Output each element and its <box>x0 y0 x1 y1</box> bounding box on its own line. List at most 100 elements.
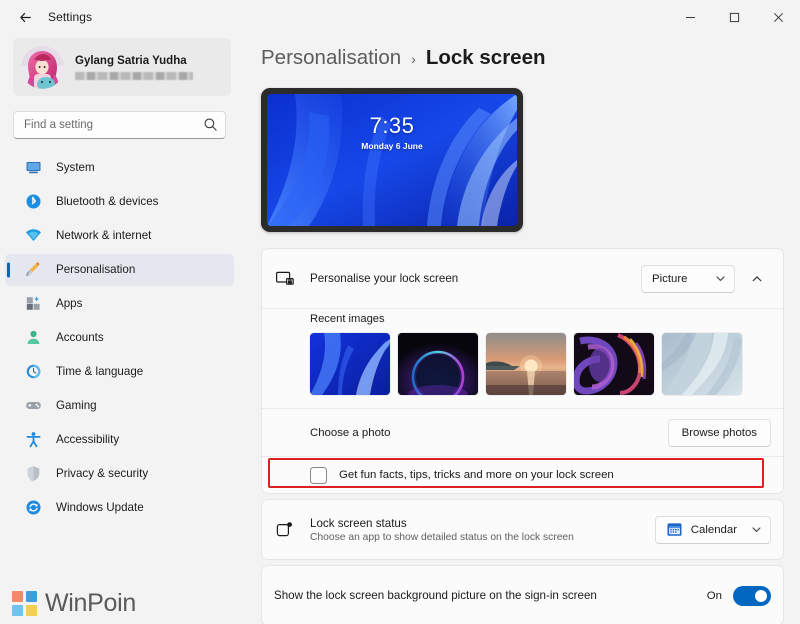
blue-bloom-wallpaper-icon <box>310 333 390 395</box>
lock-screen-status-row[interactable]: Lock screen status Choose an app to show… <box>262 500 783 559</box>
calendar-icon <box>666 521 683 538</box>
fun-facts-checkbox-row[interactable]: Get fun facts, tips, tricks and more on … <box>262 457 783 493</box>
recent-image-thumbnail[interactable] <box>662 333 742 395</box>
sidebar: Gylang Satria Yudha System <box>0 34 244 624</box>
maximize-button[interactable] <box>712 0 756 34</box>
status-app-value: Calendar <box>690 523 737 536</box>
back-arrow-icon <box>19 12 31 22</box>
fun-facts-label: Get fun facts, tips, tricks and more on … <box>339 469 614 481</box>
watermark-text: WinPoin <box>45 589 136 617</box>
collapse-section-button[interactable] <box>743 265 771 293</box>
personalise-lock-screen-card: Personalise your lock screen Picture Rec… <box>261 248 784 494</box>
recent-images-label: Recent images <box>310 313 385 325</box>
personalise-lock-screen-row[interactable]: Personalise your lock screen Picture <box>262 249 783 308</box>
preview-time: 7:35 <box>369 113 415 138</box>
status-app-dropdown[interactable]: Calendar <box>654 515 771 544</box>
bluetooth-icon <box>25 193 42 210</box>
search-container <box>13 111 226 139</box>
purple-abstract-wallpaper-icon <box>574 333 654 395</box>
window-title: Settings <box>48 10 93 24</box>
lock-screen-status-controls: Calendar <box>654 515 771 544</box>
chevron-up-icon <box>752 275 762 281</box>
recent-image-thumbnail[interactable] <box>398 333 478 395</box>
sidebar-item-windows-update[interactable]: Windows Update <box>5 492 234 524</box>
window-controls <box>668 0 800 34</box>
wifi-icon <box>25 227 42 244</box>
choose-photo-row: Choose a photo Browse photos <box>262 409 783 456</box>
preview-screen: 7:35 Monday 6 June <box>267 94 517 226</box>
gamepad-icon <box>25 397 42 414</box>
title-bar: Settings <box>0 0 800 34</box>
sidebar-item-accessibility[interactable]: Accessibility <box>5 424 234 456</box>
close-icon <box>773 12 783 22</box>
sidebar-item-apps[interactable]: Apps <box>5 288 234 320</box>
personalise-row-controls: Picture <box>641 264 771 293</box>
fun-facts-checkbox[interactable] <box>310 466 327 484</box>
account-text: Gylang Satria Yudha <box>75 55 193 80</box>
sidebar-item-bluetooth-devices[interactable]: Bluetooth & devices <box>5 186 234 218</box>
sidebar-item-accounts[interactable]: Accounts <box>5 322 234 354</box>
signin-background-card: Show the lock screen background picture … <box>261 565 784 624</box>
maximize-icon <box>729 12 739 22</box>
chevron-down-icon <box>715 273 726 284</box>
account-email-redacted <box>75 71 193 80</box>
lock-screen-status-icon <box>274 519 296 541</box>
recent-image-thumbnail[interactable] <box>310 333 390 395</box>
light-blue-abstract-wallpaper-icon <box>662 333 742 395</box>
avatar-illustration-icon <box>21 45 64 89</box>
personalise-row-title: Personalise your lock screen <box>310 272 459 285</box>
chevron-down-icon <box>751 524 762 535</box>
browse-photos-button[interactable]: Browse photos <box>667 418 771 447</box>
sidebar-item-label: Personalisation <box>56 263 136 277</box>
watermark: WinPoin <box>12 589 136 618</box>
lock-screen-status-title: Lock screen status <box>310 516 407 530</box>
signin-background-controls: On <box>706 585 771 606</box>
sidebar-item-privacy-security[interactable]: Privacy & security <box>5 458 234 490</box>
signin-background-toggle[interactable] <box>733 585 771 606</box>
recent-image-thumbnail[interactable] <box>574 333 654 395</box>
accounts-icon <box>25 329 42 346</box>
sidebar-item-label: Time & language <box>56 365 144 379</box>
shield-icon <box>25 465 42 482</box>
sidebar-item-time-language[interactable]: Time & language <box>5 356 234 388</box>
sidebar-nav: System Bluetooth & devices Network & int… <box>0 152 239 526</box>
accessibility-icon <box>25 431 42 448</box>
sidebar-item-personalisation[interactable]: Personalisation <box>5 254 234 286</box>
breadcrumb-separator: › <box>411 51 416 67</box>
sidebar-item-label: Gaming <box>56 399 97 413</box>
sidebar-item-label: Accessibility <box>56 433 120 447</box>
window-body: Gylang Satria Yudha System <box>0 34 800 624</box>
page-title: Lock screen <box>425 46 546 69</box>
sidebar-item-network-internet[interactable]: Network & internet <box>5 220 234 252</box>
search-icon <box>204 118 217 131</box>
recent-image-thumbnail[interactable] <box>486 333 566 395</box>
update-icon <box>25 499 42 516</box>
signin-background-toggle-state: On <box>706 589 722 602</box>
signin-background-texts: Show the lock screen background picture … <box>274 589 707 602</box>
minimize-icon <box>685 16 695 18</box>
account-card[interactable]: Gylang Satria Yudha <box>13 38 231 96</box>
paintbrush-icon <box>25 261 42 278</box>
sunset-lake-wallpaper-icon <box>486 333 566 395</box>
settings-window: Settings Gylang Satria Yudha Find a sett… <box>0 0 800 624</box>
sidebar-item-label: Windows Update <box>56 501 144 515</box>
personalise-row-texts: Personalise your lock screen <box>310 272 641 285</box>
sidebar-item-system[interactable]: System <box>5 152 234 184</box>
winpoin-logo-icon <box>12 590 38 617</box>
sidebar-item-label: Privacy & security <box>56 467 149 481</box>
lock-screen-type-dropdown[interactable]: Picture <box>641 264 735 293</box>
choose-photo-label: Choose a photo <box>310 426 391 439</box>
sidebar-item-gaming[interactable]: Gaming <box>5 390 234 422</box>
sidebar-item-label: Network & internet <box>56 229 152 243</box>
avatar <box>21 45 64 89</box>
lock-screen-status-card[interactable]: Lock screen status Choose an app to show… <box>261 499 784 560</box>
breadcrumb-parent[interactable]: Personalisation <box>261 46 401 70</box>
sidebar-item-label: Bluetooth & devices <box>56 195 159 209</box>
signin-background-row[interactable]: Show the lock screen background picture … <box>262 566 783 624</box>
preview-date: Monday 6 June <box>361 141 423 151</box>
back-button[interactable] <box>8 2 42 32</box>
recent-images-list <box>310 333 771 395</box>
search-input[interactable] <box>13 111 226 139</box>
close-button[interactable] <box>756 0 800 34</box>
minimize-button[interactable] <box>668 0 712 34</box>
